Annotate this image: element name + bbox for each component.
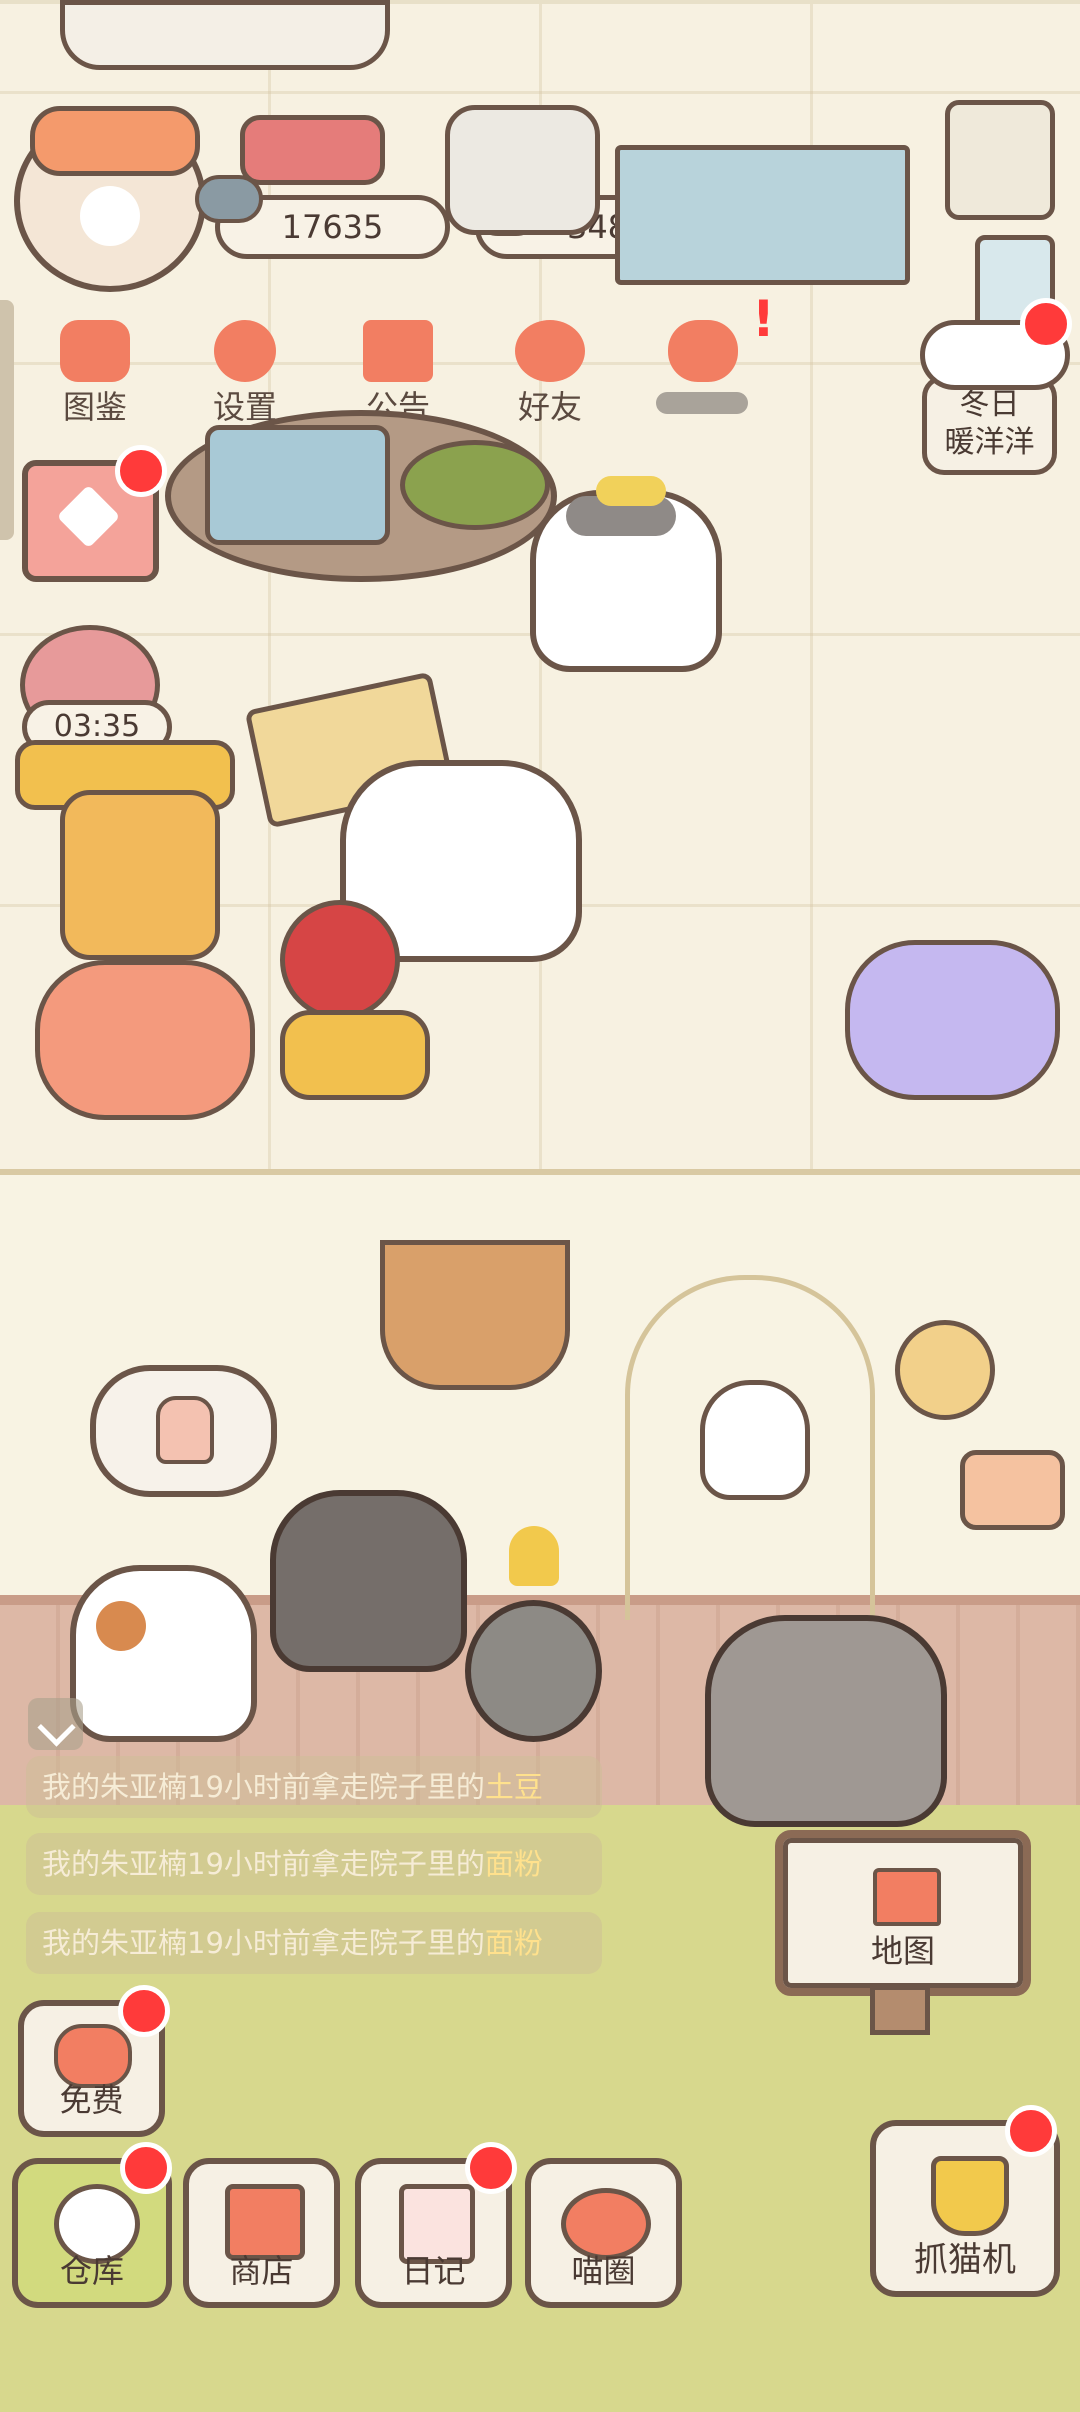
cat-face-icon xyxy=(60,320,130,382)
tray-icon xyxy=(205,425,390,545)
activity-message: 我的朱亚楠19小时前拿走院子里的面粉 xyxy=(26,1833,602,1895)
event-label-line2: 暖洋洋 xyxy=(944,425,1035,460)
cat-tabby[interactable] xyxy=(705,1615,947,1827)
cat-gray-white[interactable] xyxy=(530,476,722,672)
menu-catalog[interactable]: 图鉴 xyxy=(40,320,150,428)
message-item: 土豆 xyxy=(484,1770,543,1804)
event-badge xyxy=(1020,298,1072,350)
nav-diary-badge xyxy=(465,2142,517,2194)
nav-storage-label: 仓库 xyxy=(59,2252,124,2290)
message-text: 我的朱亚楠19小时前拿走院子里的 xyxy=(42,1847,485,1881)
side-drawer-handle[interactable] xyxy=(0,300,14,540)
free-button-badge xyxy=(118,1985,170,2037)
winter-event-button[interactable]: 冬日 暖洋洋 xyxy=(922,375,1057,475)
flower-pot-right xyxy=(845,940,1060,1100)
flower-pot-left xyxy=(35,960,255,1120)
nav-diary-label: 日记 xyxy=(401,2252,466,2290)
menu-mail[interactable] xyxy=(648,320,758,414)
nav-shop[interactable]: 商店 xyxy=(183,2158,340,2308)
catch-machine-label: 抓猫机 xyxy=(914,2240,1016,2280)
hanging-planter xyxy=(380,1240,570,1390)
nav-shop-label: 商店 xyxy=(229,2252,294,2290)
map-button[interactable]: 地图 xyxy=(775,1830,1031,1996)
catch-machine-badge xyxy=(1005,2105,1057,2157)
cake-icon xyxy=(400,440,550,530)
nav-cat-circle[interactable]: 喵圈 xyxy=(525,2158,682,2308)
chevron-down-icon xyxy=(37,1708,76,1747)
gift-icon xyxy=(363,320,433,382)
message-text: 我的朱亚楠19小时前拿走院子里的 xyxy=(42,1926,485,1960)
menu-friends-label: 好友 xyxy=(517,388,582,426)
friends-icon xyxy=(515,320,585,382)
claw-icon xyxy=(931,2156,1009,2236)
ghost-charm xyxy=(700,1380,810,1500)
telescope-icon xyxy=(280,1010,430,1100)
menu-mail-bar xyxy=(656,392,748,414)
cat-face-icon xyxy=(80,186,140,246)
menu-settings[interactable]: 设置 xyxy=(190,320,300,428)
gear-icon xyxy=(214,320,276,382)
message-text: 我的朱亚楠19小时前拿走院子里的 xyxy=(42,1770,485,1804)
cat-calico[interactable] xyxy=(70,1565,257,1742)
free-button-label: 免费 xyxy=(59,2081,124,2119)
menu-catalog-label: 图鉴 xyxy=(62,388,127,426)
nav-storage-badge xyxy=(120,2142,172,2194)
yellow-hat xyxy=(596,476,666,506)
sign-post xyxy=(870,1985,930,2035)
cat-patch xyxy=(96,1601,146,1651)
event-label-line1: 冬日 xyxy=(959,387,1020,422)
anchor-decor xyxy=(60,790,220,960)
hanging-bag xyxy=(960,1450,1065,1530)
sushi-hat-icon xyxy=(30,106,200,176)
speech-bubble[interactable] xyxy=(90,1365,277,1497)
activity-message: 我的朱亚楠19小时前拿走院子里的土豆 xyxy=(26,1756,602,1818)
mail-heart-icon xyxy=(668,320,738,382)
blue-rug xyxy=(615,145,910,285)
hand-wave-icon xyxy=(156,1396,214,1464)
menu-friends[interactable]: 好友 xyxy=(495,320,605,428)
cat-dark-gray[interactable] xyxy=(270,1490,467,1672)
collapse-messages-button[interactable] xyxy=(28,1698,83,1750)
heater xyxy=(445,105,600,235)
player-avatar[interactable] xyxy=(14,106,206,292)
timer-text: 03:35 xyxy=(53,709,141,744)
tulip-pot xyxy=(465,1526,602,1742)
fish-count: 17635 xyxy=(281,208,384,246)
parrot-icon xyxy=(280,900,400,1020)
message-item: 面粉 xyxy=(484,1847,543,1881)
food-bowl xyxy=(240,115,385,185)
tulip-icon xyxy=(509,1526,559,1586)
message-item: 面粉 xyxy=(484,1926,543,1960)
straw-hat-icon xyxy=(895,1320,995,1420)
pencil-icon xyxy=(56,484,121,549)
map-button-label: 地图 xyxy=(870,1932,935,1970)
nav-cat-circle-label: 喵圈 xyxy=(571,2252,636,2290)
cats-top xyxy=(60,0,390,70)
diary-board-badge xyxy=(115,445,167,497)
alert-exclamation: ! xyxy=(752,290,775,348)
house-icon xyxy=(873,1868,941,1926)
activity-message: 我的朱亚楠19小时前拿走院子里的面粉 xyxy=(26,1912,602,1974)
umbrella-stand xyxy=(945,100,1055,220)
